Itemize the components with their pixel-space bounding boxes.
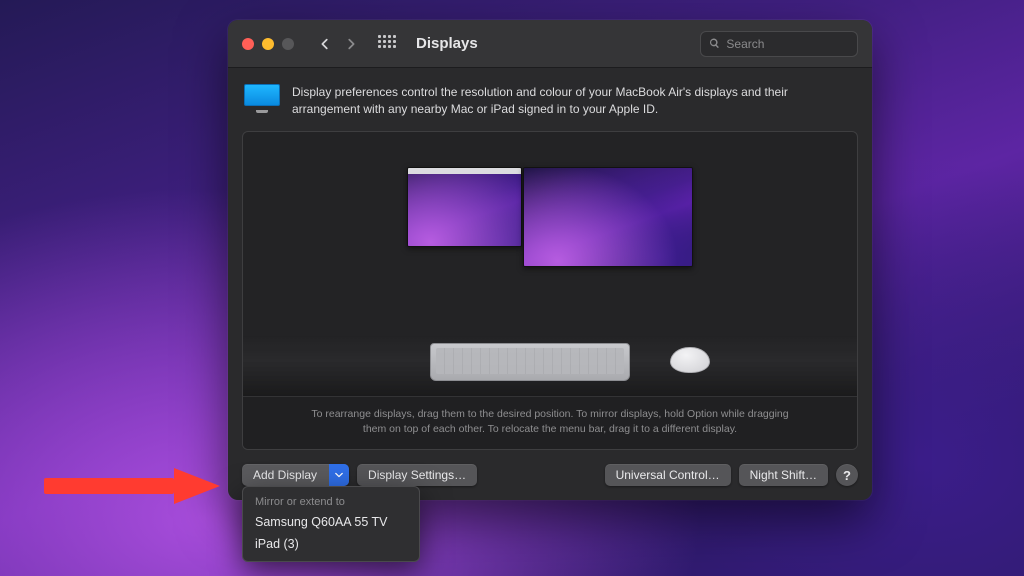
add-display-label: Add Display <box>253 468 317 482</box>
arrangement-hint: To rearrange displays, drag them to the … <box>243 396 857 449</box>
display-settings-button[interactable]: Display Settings… <box>357 464 477 486</box>
display-settings-label: Display Settings… <box>368 468 466 482</box>
help-button[interactable]: ? <box>836 464 858 486</box>
search-field[interactable] <box>700 31 858 57</box>
menu-item-ipad[interactable]: iPad (3) <box>243 533 419 555</box>
description-row: Display preferences control the resoluti… <box>242 82 858 119</box>
universal-control-button[interactable]: Universal Control… <box>605 464 731 486</box>
help-icon: ? <box>843 468 851 483</box>
menu-item-samsung-tv[interactable]: Samsung Q60AA 55 TV <box>243 511 419 533</box>
displays-area[interactable] <box>243 132 857 336</box>
window-body: Display preferences control the resoluti… <box>228 68 872 500</box>
universal-control-label: Universal Control… <box>616 468 720 482</box>
description-text: Display preferences control the resoluti… <box>292 84 856 119</box>
titlebar: Displays <box>228 20 872 68</box>
night-shift-button[interactable]: Night Shift… <box>739 464 828 486</box>
arrangement-panel: To rearrange displays, drag them to the … <box>242 131 858 450</box>
display-thumb-primary[interactable] <box>407 167 522 247</box>
mouse-icon <box>670 347 710 373</box>
nav-arrows <box>314 33 362 55</box>
add-display-menu: Mirror or extend to Samsung Q60AA 55 TV … <box>242 486 420 562</box>
display-thumb-secondary[interactable] <box>523 167 693 267</box>
show-all-icon[interactable] <box>378 35 396 53</box>
display-icon <box>244 84 280 112</box>
chevron-down-icon[interactable] <box>329 464 349 486</box>
close-icon[interactable] <box>242 38 254 50</box>
zoom-icon <box>282 38 294 50</box>
search-input[interactable] <box>726 37 849 51</box>
menu-section-header: Mirror or extend to <box>243 493 419 511</box>
night-shift-label: Night Shift… <box>750 468 817 482</box>
minimize-icon[interactable] <box>262 38 274 50</box>
window-controls <box>242 38 294 50</box>
add-display-button[interactable]: Add Display <box>242 464 349 486</box>
forward-button[interactable] <box>340 33 362 55</box>
displays-preferences-window: Displays Display preferences control the… <box>228 20 872 500</box>
peripherals-illustration <box>243 336 857 396</box>
search-icon <box>709 37 720 50</box>
button-row: Add Display Display Settings… Universal … <box>242 462 858 486</box>
keyboard-icon <box>430 343 630 381</box>
window-title: Displays <box>416 35 478 52</box>
back-button[interactable] <box>314 33 336 55</box>
